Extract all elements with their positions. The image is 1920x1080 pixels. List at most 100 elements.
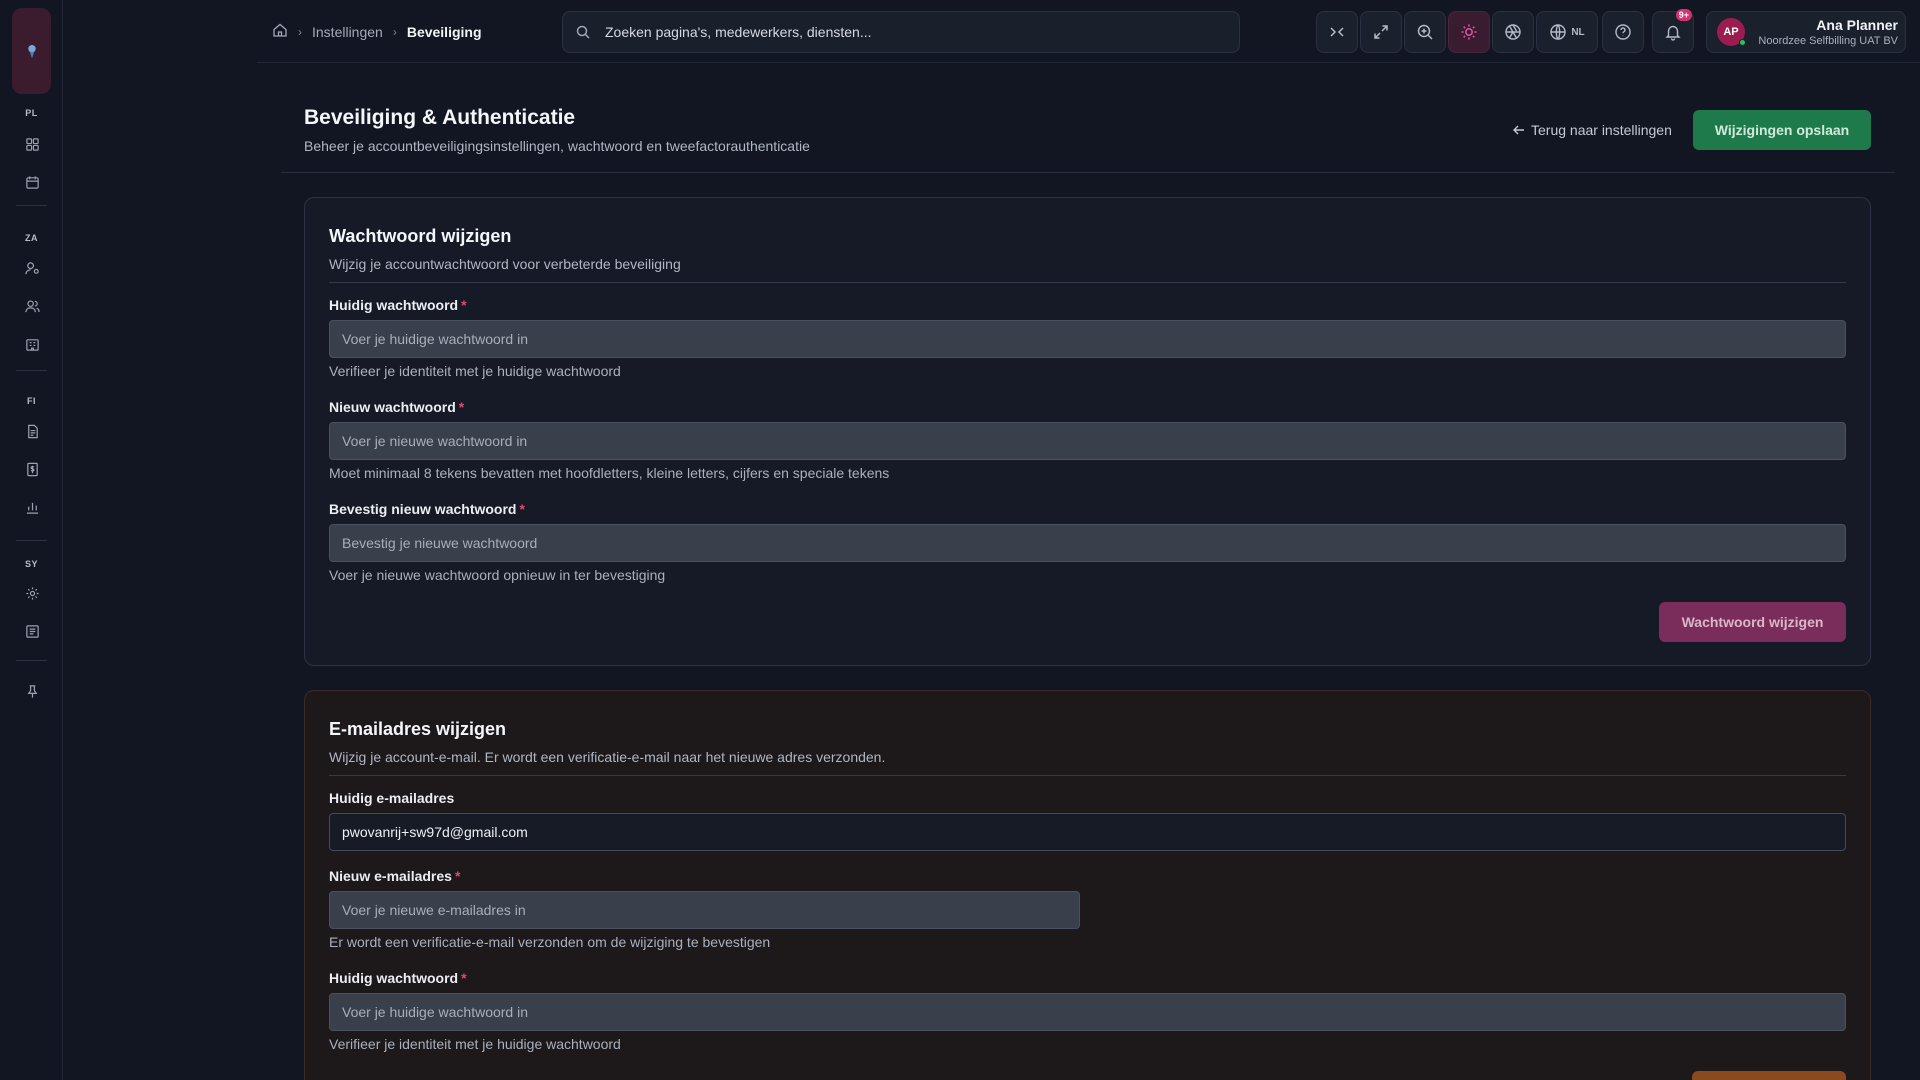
search-icon [576, 25, 590, 39]
building-icon[interactable] [21, 333, 43, 355]
arrow-left-icon [1513, 125, 1524, 135]
search-placeholder: Zoeken pagina's, medewerkers, diensten..… [605, 24, 872, 40]
home-icon[interactable] [272, 22, 288, 41]
dashboard-icon[interactable] [21, 133, 43, 155]
help-button[interactable] [1602, 11, 1644, 53]
invoice-icon[interactable] [21, 458, 43, 480]
required-mark: * [461, 297, 467, 313]
notifications-button[interactable]: 9+ [1652, 9, 1694, 53]
new-email-label: Nieuw e-mailadres * [329, 868, 460, 884]
new-password-input[interactable] [329, 422, 1846, 460]
sun-icon [1461, 24, 1477, 40]
page-title: Beveiliging & Authenticatie [304, 106, 576, 129]
online-status-indicator [1739, 39, 1746, 46]
required-mark: * [458, 399, 465, 415]
help-icon [1615, 24, 1631, 40]
notification-badge: 9+ [1675, 9, 1692, 21]
required-mark: * [461, 970, 467, 986]
new-password-hint: Moet minimaal 8 tekens bevatten met hoof… [329, 465, 890, 481]
avatar-initials: AP [1723, 26, 1739, 38]
change-password-button[interactable]: Wachtwoord wijzigen [1659, 602, 1846, 642]
calendar-icon[interactable] [21, 171, 43, 193]
card-subtitle: Wijzig je account-e-mail. Er wordt een v… [329, 749, 886, 765]
topbar: › Instellingen › Beveiliging Zoeken pagi… [257, 0, 1920, 63]
breadcrumb-item-instellingen[interactable]: Instellingen [312, 24, 383, 40]
card-title: E-mailadres wijzigen [329, 719, 507, 739]
chevron-right-icon: › [298, 24, 302, 39]
chevron-right-icon: › [392, 24, 397, 39]
card-subtitle: Wijzig je accountwachtwoord voor verbete… [329, 256, 681, 272]
user-settings-icon[interactable] [21, 257, 43, 279]
sidebar-divider [16, 660, 47, 661]
card-divider [329, 775, 1846, 776]
label-text: Nieuw e-mailadres [329, 868, 452, 884]
change-email-button[interactable] [1692, 1071, 1846, 1080]
breadcrumb-current: Beveiliging [406, 23, 482, 40]
current-password-input[interactable] [329, 320, 1846, 358]
card-title: Wachtwoord wijzigen [329, 226, 512, 246]
sidebar: PL ZA FI SY [0, 0, 63, 1080]
aperture-icon [1505, 24, 1521, 40]
theme-toggle-button[interactable] [1448, 11, 1490, 53]
required-mark: * [519, 501, 525, 517]
language-code: NL [1571, 26, 1585, 38]
label-text: Bevestig nieuw wachtwoord [329, 501, 517, 517]
header-divider [281, 172, 1895, 173]
user-organization: Noordzee Selfbilling UAT BV [1758, 35, 1898, 47]
users-icon[interactable] [21, 295, 43, 317]
current-password-label: Huidig wachtwoord * [329, 297, 467, 313]
user-name: Ana Planner [1816, 17, 1898, 33]
collapse-button[interactable] [1316, 11, 1358, 53]
search-input[interactable]: Zoeken pagina's, medewerkers, diensten..… [562, 11, 1240, 53]
pin-icon[interactable] [21, 680, 43, 702]
sidebar-divider [16, 370, 47, 371]
label-text: Nieuw wachtwoord [329, 399, 456, 415]
language-button[interactable]: NL [1536, 11, 1598, 53]
current-email-label: Huidig e-mailadres [329, 790, 455, 806]
confirm-password-label: Bevestig nieuw wachtwoord * [329, 501, 525, 517]
sidebar-divider [16, 205, 47, 206]
change-password-card: Wachtwoord wijzigen Wijzig je accountwac… [304, 197, 1871, 666]
email-password-input[interactable] [329, 993, 1846, 1031]
document-icon[interactable] [21, 420, 43, 442]
avatar: AP [1717, 18, 1746, 46]
fullscreen-button[interactable] [1360, 11, 1402, 53]
user-menu[interactable]: AP Ana Planner Noordzee Selfbilling UAT … [1706, 11, 1906, 53]
confirm-password-hint: Voer je nieuwe wachtwoord opnieuw in ter… [329, 567, 666, 583]
label-text: Huidig wachtwoord [329, 970, 459, 986]
confirm-password-input[interactable] [329, 524, 1846, 562]
log-icon[interactable] [21, 620, 43, 642]
page-subtitle: Beheer je accountbeveiligingsinstellinge… [304, 138, 810, 154]
card-divider [329, 282, 1846, 283]
change-email-card: E-mailadres wijzigen Wijzig je account-e… [304, 690, 1871, 1080]
sidebar-section-fi: FI [27, 396, 36, 406]
required-mark: * [454, 868, 461, 884]
back-link-label: Terug naar instellingen [1531, 122, 1672, 138]
aperture-button[interactable] [1492, 11, 1534, 53]
back-to-settings-link[interactable]: Terug naar instellingen [1512, 122, 1672, 138]
sidebar-section-sy: SY [24, 559, 38, 569]
sidebar-divider [16, 540, 47, 541]
globe-icon [1550, 24, 1567, 40]
new-password-label: Nieuw wachtwoord * [329, 399, 464, 415]
save-changes-button[interactable]: Wijzigingen opslaan [1693, 110, 1871, 150]
current-password-hint: Verifieer je identiteit met je huidige w… [329, 363, 621, 379]
zoom-button[interactable] [1404, 11, 1446, 53]
breadcrumb: › Instellingen › Beveiliging [272, 22, 482, 41]
current-email-field [329, 813, 1846, 851]
bell-icon [1665, 25, 1681, 41]
collapse-icon [1330, 27, 1344, 37]
new-email-hint: Er wordt een verificatie-e-mail verzonde… [329, 934, 771, 950]
chart-icon[interactable] [21, 496, 43, 518]
logo-icon [27, 45, 36, 59]
expand-icon [1374, 25, 1388, 39]
email-password-hint: Verifieer je identiteit met je huidige w… [329, 1036, 621, 1052]
label-text: Huidig wachtwoord [329, 297, 459, 313]
sidebar-section-za: ZA [25, 233, 38, 243]
app-logo[interactable] [12, 8, 51, 94]
new-email-input[interactable] [329, 891, 1080, 929]
sidebar-section-pl: PL [25, 108, 38, 118]
zoom-in-icon [1417, 24, 1433, 40]
email-password-label: Huidig wachtwoord * [329, 970, 467, 986]
gear-icon[interactable] [21, 582, 43, 604]
